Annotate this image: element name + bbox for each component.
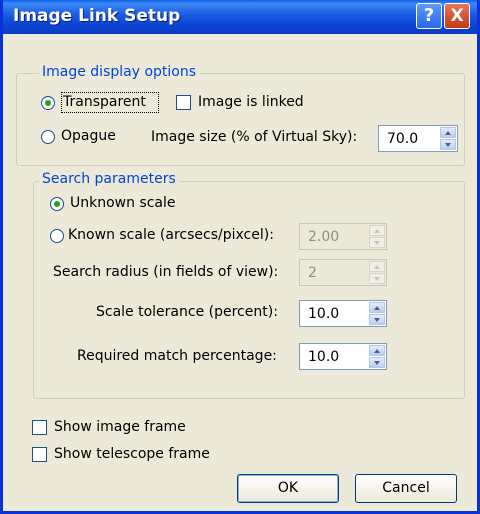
cancel-button[interactable]: Cancel bbox=[355, 474, 457, 503]
search-parameters-legend: Search parameters bbox=[39, 171, 179, 187]
image-linked-label[interactable]: Image is linked bbox=[198, 94, 304, 110]
help-button[interactable]: ? bbox=[416, 3, 442, 29]
match-percentage-label: Required match percentage: bbox=[77, 348, 277, 364]
known-scale-spin-buttons bbox=[369, 225, 385, 248]
image-size-value[interactable]: 70.0 bbox=[387, 131, 418, 147]
focus-rectangle bbox=[61, 92, 159, 113]
scale-tolerance-spinner[interactable]: 10.0 bbox=[299, 300, 387, 327]
display-options-group bbox=[16, 73, 465, 166]
show-image-frame-label[interactable]: Show image frame bbox=[54, 419, 186, 435]
known-scale-spinner: 2.00 bbox=[299, 223, 387, 250]
search-radius-label: Search radius (in fields of view): bbox=[53, 264, 279, 280]
spin-down-icon bbox=[369, 237, 385, 248]
search-radius-spinner: 2 bbox=[299, 259, 387, 286]
transparent-radio-dot[interactable] bbox=[41, 96, 55, 110]
spin-down-icon[interactable] bbox=[440, 139, 456, 150]
match-percentage-spinner[interactable]: 10.0 bbox=[299, 343, 387, 370]
title-bar[interactable]: Image Link Setup ? X bbox=[3, 0, 477, 34]
search-radius-spin-buttons bbox=[369, 261, 385, 284]
spin-down-icon bbox=[369, 273, 385, 284]
search-radius-value: 2 bbox=[308, 265, 317, 281]
scale-tolerance-value[interactable]: 10.0 bbox=[308, 306, 339, 322]
search-parameters-group bbox=[33, 181, 465, 399]
match-percentage-spin-buttons[interactable] bbox=[369, 345, 385, 368]
scale-tolerance-spin-buttons[interactable] bbox=[369, 302, 385, 325]
opaque-radio-dot[interactable] bbox=[41, 130, 55, 144]
window-title: Image Link Setup bbox=[13, 6, 181, 26]
known-scale-value: 2.00 bbox=[308, 229, 340, 245]
known-scale-radio-dot[interactable] bbox=[50, 229, 64, 243]
unknown-scale-label[interactable]: Unknown scale bbox=[70, 195, 176, 211]
image-linked-box[interactable] bbox=[176, 95, 191, 110]
show-image-frame-box[interactable] bbox=[32, 420, 47, 435]
spin-up-icon bbox=[369, 261, 385, 272]
spin-up-icon[interactable] bbox=[369, 345, 385, 356]
spin-down-icon[interactable] bbox=[369, 357, 385, 368]
show-telescope-frame-box[interactable] bbox=[32, 447, 47, 462]
image-size-spin-buttons[interactable] bbox=[440, 127, 456, 150]
scale-tolerance-label: Scale tolerance (percent): bbox=[96, 304, 278, 320]
known-scale-label[interactable]: Known scale (arcsecs/pixcel): bbox=[68, 227, 274, 243]
show-telescope-frame-label[interactable]: Show telescope frame bbox=[54, 446, 210, 462]
spin-up-icon bbox=[369, 225, 385, 236]
unknown-scale-radio-dot[interactable] bbox=[50, 197, 64, 211]
spin-up-icon[interactable] bbox=[369, 302, 385, 313]
dialog-window: Image Link Setup ? X Image display optio… bbox=[0, 0, 480, 514]
close-icon: X bbox=[450, 6, 464, 26]
match-percentage-value[interactable]: 10.0 bbox=[308, 349, 339, 365]
ok-button[interactable]: OK bbox=[237, 474, 339, 503]
opaque-label[interactable]: Opague bbox=[61, 128, 116, 144]
image-size-spinner[interactable]: 70.0 bbox=[378, 125, 458, 152]
close-button[interactable]: X bbox=[444, 3, 470, 29]
spin-up-icon[interactable] bbox=[440, 127, 456, 138]
spin-down-icon[interactable] bbox=[369, 314, 385, 325]
help-icon: ? bbox=[423, 5, 435, 26]
image-size-label: Image size (% of Virtual Sky): bbox=[151, 129, 358, 145]
display-options-legend: Image display options bbox=[39, 64, 200, 80]
